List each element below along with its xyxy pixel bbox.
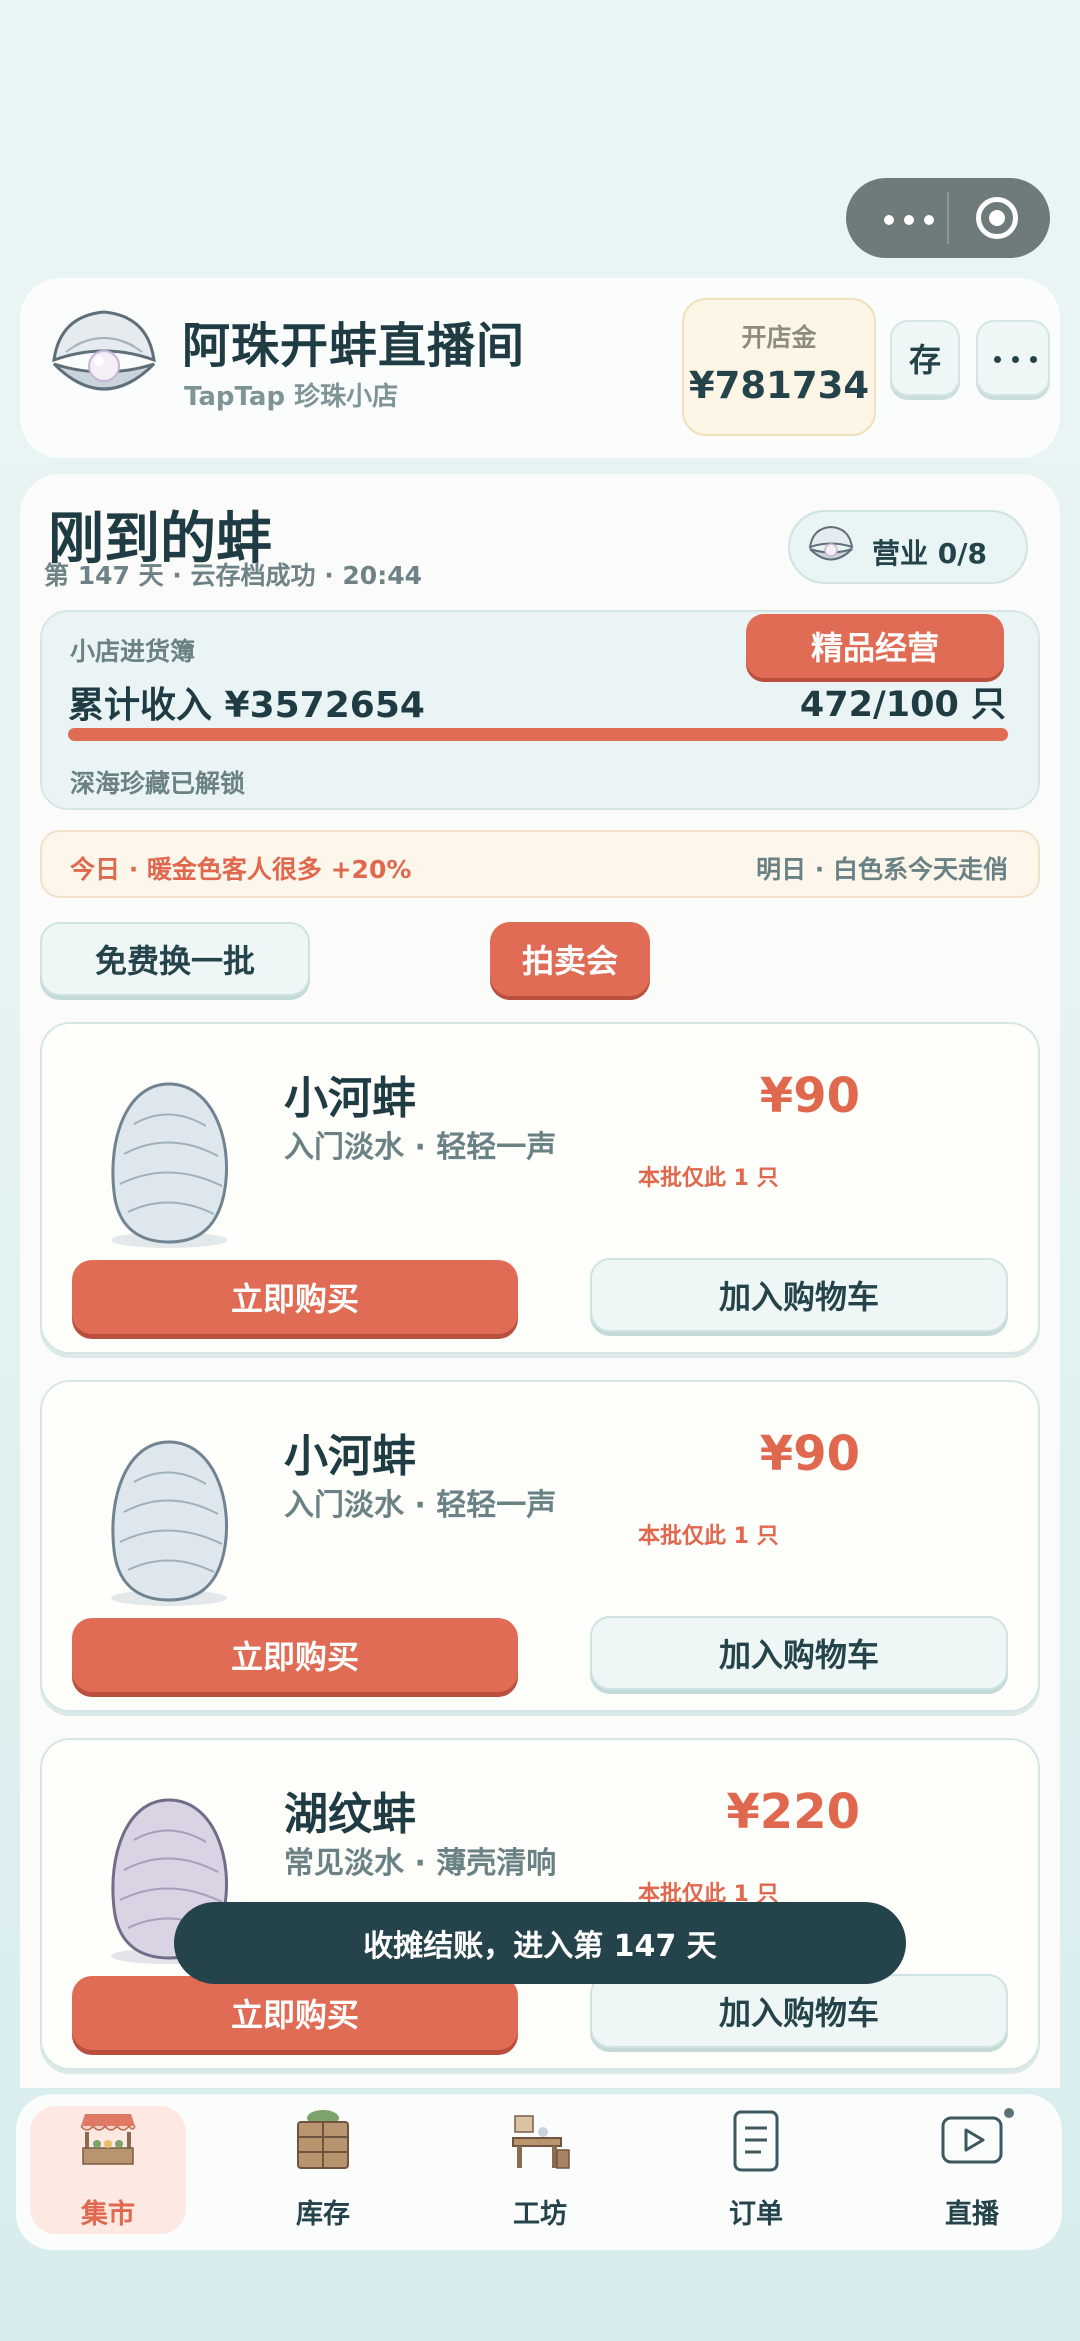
buy-now-button[interactable]: 立即购买	[72, 1260, 518, 1334]
pearl-clam-icon	[808, 525, 854, 561]
buy-now-button[interactable]: 立即购买	[72, 1618, 518, 1692]
workbench-icon	[512, 2115, 570, 2169]
product-price: ¥220	[726, 1784, 860, 1840]
nav-item-inventory[interactable]: 库存	[245, 2106, 401, 2234]
clam-image	[111, 1440, 229, 1606]
auction-button[interactable]: 拍卖会	[490, 922, 650, 996]
tomorrow-forecast: 明日 · 白色系今天走俏	[756, 855, 1008, 884]
business-counter: 营业 0/8	[872, 537, 987, 570]
nav-item-orders[interactable]: 订单	[678, 2106, 834, 2234]
day-status-line: 第 147 天 · 云存档成功 · 20:44	[44, 561, 422, 590]
today-forecast: 今日 · 暖金色客人很多 +20%	[70, 855, 412, 884]
nav-label: 工坊	[513, 2199, 567, 2230]
nav-label: 订单	[729, 2199, 783, 2230]
free-refresh-button[interactable]: 免费换一批	[40, 922, 310, 996]
product-stock-note: 本批仅此 1 只	[638, 1524, 779, 1549]
add-to-cart-button[interactable]: 加入购物车	[590, 1974, 1008, 2048]
more-menu-button[interactable]	[976, 320, 1050, 396]
crate-icon	[297, 2110, 349, 2169]
nav-item-live[interactable]: 直播	[894, 2106, 1050, 2234]
store-title: 阿珠开蚌直播间	[182, 318, 526, 374]
buy-now-button[interactable]: 立即购买	[72, 1976, 518, 2050]
product-description: 入门淡水 · 轻轻一声	[284, 1488, 557, 1523]
store-subtitle: TapTap 珍珠小店	[184, 382, 399, 412]
product-description: 常见淡水 · 薄壳清响	[284, 1846, 557, 1881]
save-button[interactable]: 存	[890, 320, 960, 396]
nav-item-market[interactable]: 集市	[30, 2106, 186, 2234]
nav-item-workshop[interactable]: 工坊	[462, 2106, 618, 2234]
fund-value: ¥781734	[688, 364, 870, 407]
product-stock-note: 本批仅此 1 只	[638, 1166, 779, 1191]
product-price: ¥90	[759, 1426, 860, 1482]
add-to-cart-button[interactable]: 加入购物车	[590, 1616, 1008, 1690]
stock-count: 472/100 只	[799, 685, 1006, 725]
play-icon	[941, 2116, 1003, 2164]
product-price: ¥90	[759, 1068, 860, 1124]
nav-label: 直播	[945, 2199, 999, 2230]
fund-label: 开店金	[741, 323, 817, 352]
unlock-status: 深海珍藏已解锁	[70, 769, 246, 798]
product-name: 湖纹蚌	[284, 1789, 416, 1840]
product-name: 小河蚌	[284, 1431, 416, 1482]
product-description: 入门淡水 · 轻轻一声	[284, 1130, 557, 1165]
clam-image	[111, 1082, 229, 1248]
ledger-label: 小店进货簿	[70, 637, 196, 666]
market-stall-icon	[80, 2114, 136, 2165]
end-day-toast: 收摊结账，进入第 147 天	[174, 1902, 906, 1984]
add-to-cart-button[interactable]: 加入购物车	[590, 1258, 1008, 1332]
document-icon	[733, 2110, 779, 2172]
notification-dot	[1004, 2108, 1014, 2118]
miniprogram-capsule	[846, 178, 1050, 258]
more-dots-icon[interactable]	[884, 215, 936, 225]
product-card: 小河蚌 入门淡水 · 轻轻一声 ¥90 本批仅此 1 只 立即购买 加入购物车	[40, 1380, 1040, 1712]
nav-label: 集市	[81, 2199, 135, 2230]
ledger-progress-bar	[68, 728, 1008, 741]
product-name: 小河蚌	[284, 1073, 416, 1124]
product-card: 小河蚌 入门淡水 · 轻轻一声 ¥90 本批仅此 1 只 立即购买 加入购物车	[40, 1022, 1040, 1354]
total-income: 累计收入 ¥3572654	[68, 685, 425, 726]
premium-business-button[interactable]: 精品经营	[746, 614, 1004, 678]
nav-label: 库存	[296, 2199, 350, 2230]
pearl-clam-logo-icon	[52, 310, 156, 391]
close-target-icon[interactable]	[976, 197, 1018, 239]
capsule-divider	[947, 192, 949, 244]
